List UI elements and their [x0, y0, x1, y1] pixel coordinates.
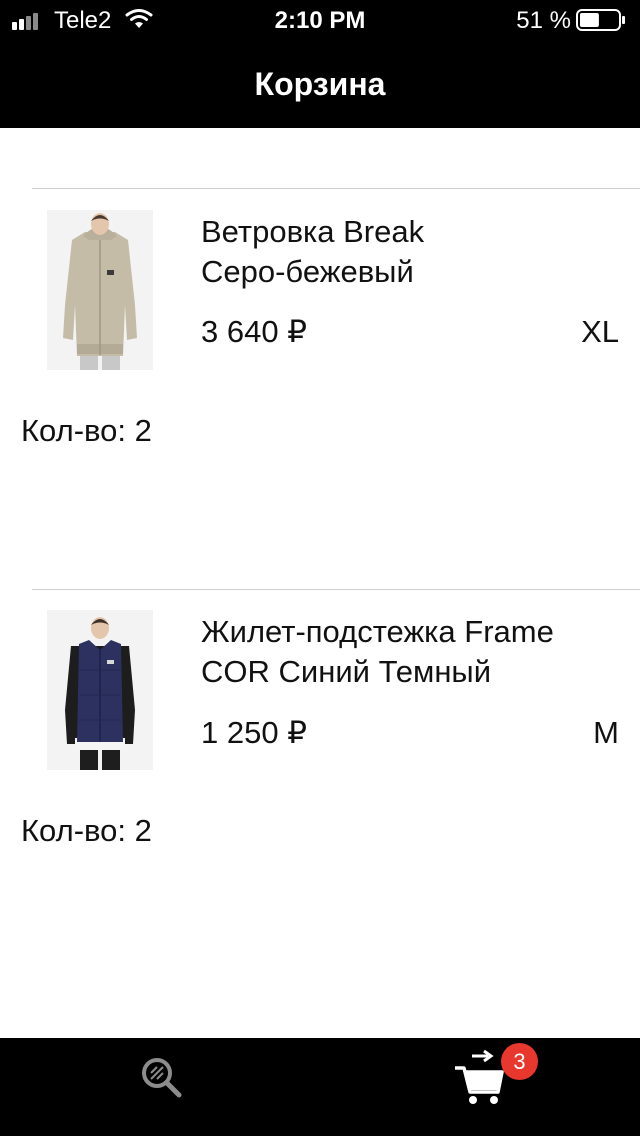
top-bar: Tele2 2:10 PM 51 % Корзина	[0, 0, 640, 128]
battery-percent: 51 %	[516, 7, 571, 34]
product-price: 3 640 ₽	[201, 314, 307, 349]
item-divider	[32, 188, 640, 189]
cart-icon	[455, 1049, 504, 1104]
jacket-photo	[47, 210, 153, 370]
page-title: Корзина	[254, 66, 386, 102]
status-bar: Tele2 2:10 PM 51 %	[0, 0, 640, 40]
cart-screen: Tele2 2:10 PM 51 % Корзина Ветровка Brea…	[0, 0, 640, 1136]
item-divider	[32, 589, 640, 590]
battery-icon	[576, 9, 625, 31]
product-size: M	[593, 715, 619, 750]
product-image[interactable]	[47, 610, 153, 770]
product-name: Жилет-подстежка Frame COR Синий Темный	[201, 612, 611, 692]
vest-photo	[47, 610, 153, 770]
product-color-line: Серо-бежевый	[201, 254, 414, 289]
tab-bar: 3	[0, 1038, 640, 1136]
tab-search[interactable]	[0, 1038, 320, 1136]
search-icon	[142, 1058, 182, 1098]
product-name-line: Ветровка Break	[201, 214, 425, 249]
product-color-line: COR Синий Темный	[201, 654, 492, 689]
cart-count-badge: 3	[501, 1043, 538, 1080]
product-image[interactable]	[47, 210, 153, 370]
tab-cart[interactable]: 3	[320, 1038, 640, 1136]
product-size: XL	[581, 314, 619, 349]
product-quantity: Кол-во: 2	[21, 813, 152, 848]
product-name-line: Жилет-подстежка Frame	[201, 614, 554, 649]
product-name: Ветровка Break Серо-бежевый	[201, 212, 611, 292]
product-price: 1 250 ₽	[201, 715, 307, 750]
product-quantity: Кол-во: 2	[21, 413, 152, 448]
